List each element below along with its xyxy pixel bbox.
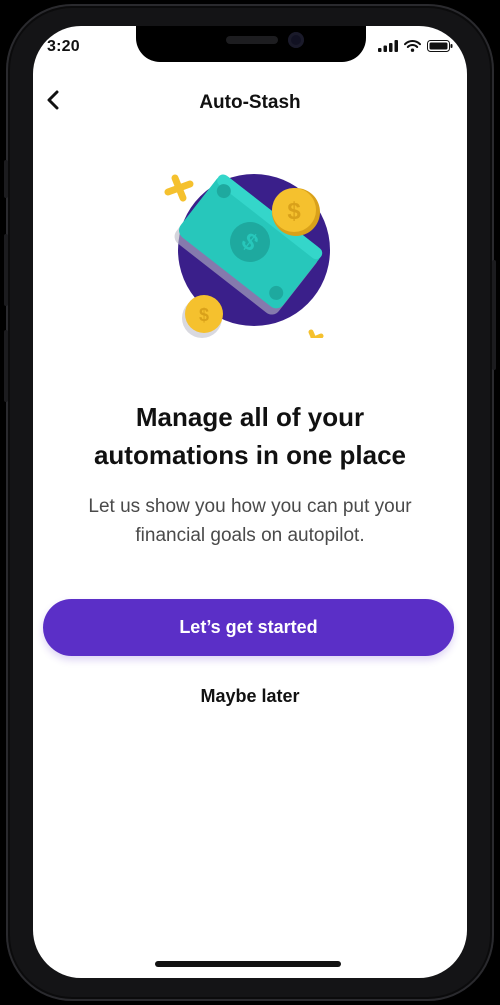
money-stash-illustration: $ $ $	[164, 174, 330, 338]
speaker-grille	[226, 36, 278, 44]
notch	[136, 26, 366, 62]
power-button	[492, 260, 496, 370]
headline: Manage all of your automations in one pl…	[53, 398, 447, 474]
mute-switch	[4, 160, 8, 198]
status-time: 3:20	[47, 38, 80, 55]
description-line-2: financial goals on autopilot.	[135, 525, 365, 546]
phone-screen: 3:20 Auto-Stash $ $ $ Manage all of your…	[33, 26, 467, 978]
home-indicator[interactable]	[155, 961, 341, 967]
cellular-signal-icon	[378, 40, 398, 52]
page-title: Auto-Stash	[199, 92, 301, 113]
status-icons	[378, 40, 453, 52]
description: Let us show you how you can put your fin…	[59, 492, 441, 550]
sparkle-bottom-right-icon	[308, 329, 324, 338]
svg-text:$: $	[287, 198, 301, 225]
svg-text:$: $	[199, 305, 209, 325]
description-line-1: Let us show you how you can put your	[88, 496, 412, 517]
coin-bottom-icon: $	[182, 295, 223, 338]
sparkle-top-left-icon	[164, 174, 194, 202]
volume-down-button	[4, 330, 8, 402]
battery-icon	[427, 40, 453, 52]
front-camera	[288, 32, 304, 48]
headline-line-2: automations in one place	[93, 440, 407, 470]
wifi-icon	[404, 40, 421, 52]
get-started-button[interactable]: Let’s get started	[43, 599, 454, 656]
coin-top-icon: $	[272, 188, 320, 236]
volume-up-button	[4, 234, 8, 306]
maybe-later-link[interactable]: Maybe later	[33, 686, 467, 707]
headline-line-1: Manage all of your	[135, 402, 365, 432]
